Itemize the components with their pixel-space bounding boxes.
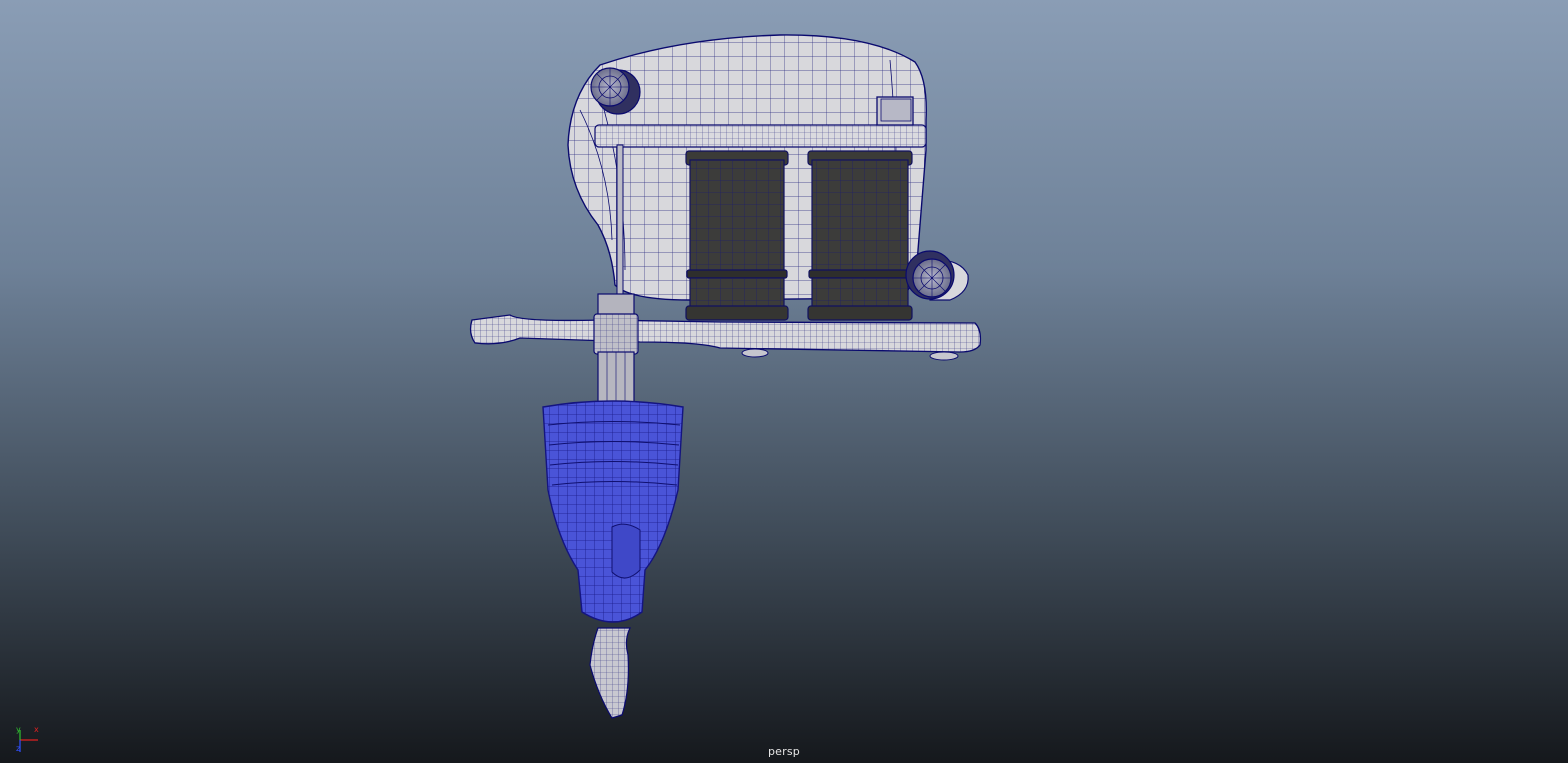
armature-rod[interactable]	[616, 144, 624, 296]
needle-tip[interactable]	[589, 627, 631, 719]
perspective-viewport[interactable]: y x z persp	[0, 0, 1568, 763]
contact-block[interactable]	[876, 96, 914, 126]
camera-name-label: persp	[768, 745, 800, 758]
tattoo-machine-model[interactable]	[0, 0, 1568, 763]
left-coil[interactable]	[685, 150, 789, 321]
top-yoke-bar[interactable]	[594, 124, 927, 148]
axis-y-label: y	[16, 725, 21, 734]
side-screw[interactable]	[905, 250, 969, 301]
tube-vise[interactable]	[581, 293, 651, 414]
axis-x-label: x	[34, 725, 39, 734]
right-coil[interactable]	[807, 150, 913, 321]
grip-selected[interactable]	[542, 400, 684, 623]
bottom-frame-plate[interactable]	[469, 314, 982, 361]
